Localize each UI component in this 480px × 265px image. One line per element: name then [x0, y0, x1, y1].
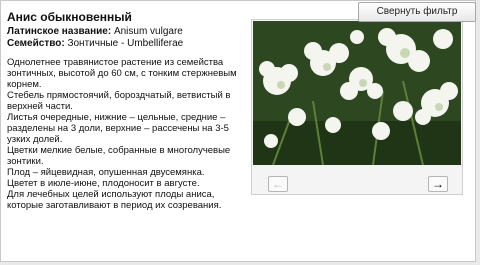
family-value: Зонтичные - Umbelliferae — [67, 38, 184, 49]
next-photo-button[interactable]: → — [428, 176, 448, 192]
description-paragraph: Стебель прямостоячий, бороздчатый, ветви… — [7, 90, 231, 112]
photo-gallery: ← → — [251, 19, 463, 195]
description-paragraph: Плод – яйцевидная, опушенная двусемянка. — [7, 167, 205, 178]
family-row: Семейство: Зонтичные - Umbelliferae — [7, 38, 183, 50]
previous-photo-button[interactable]: ← — [268, 176, 288, 192]
collapse-filter-button[interactable]: Свернуть фильтр — [358, 2, 476, 22]
family-label: Семейство: — [7, 38, 65, 49]
plant-description: Однолетнее травянистое растение из семей… — [7, 57, 251, 211]
plant-title: Анис обыкновенный — [7, 10, 132, 24]
description-paragraph: Однолетнее травянистое растение из семей… — [7, 57, 237, 90]
arrow-right-icon: → — [432, 177, 444, 191]
description-paragraph: Для лечебных целей используют плоды анис… — [7, 189, 222, 211]
latin-name-value: Anisum vulgare — [113, 26, 183, 37]
latin-name-row: Латинское название: Anisum vulgare — [7, 26, 183, 38]
latin-name-label: Латинское название: — [7, 26, 112, 37]
arrow-left-icon: ← — [272, 177, 284, 191]
anise-flowers-image — [253, 21, 461, 165]
plant-info-panel: Анис обыкновенный Латинское название: An… — [0, 0, 476, 262]
description-paragraph: Цветки мелкие белые, собранные в многолу… — [7, 145, 231, 167]
description-paragraph: Листья очередные, нижние – цельные, сред… — [7, 112, 229, 145]
plant-photo — [253, 21, 461, 165]
description-paragraph: Цветет в июле-июне, плодоносит в августе… — [7, 178, 200, 189]
